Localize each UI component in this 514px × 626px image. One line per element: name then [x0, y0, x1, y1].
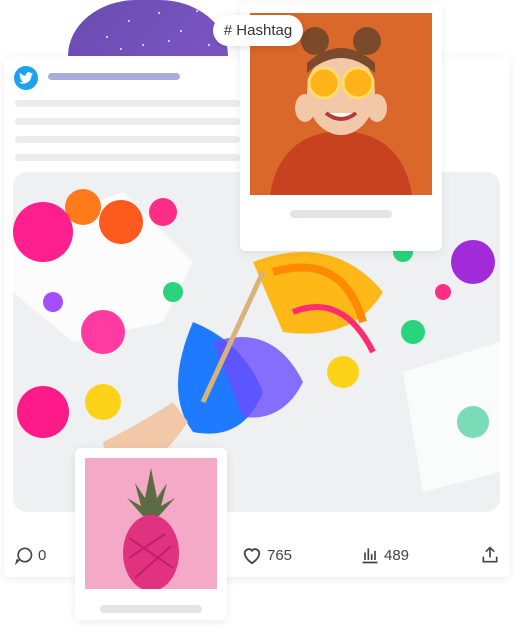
- bar-chart-icon: [362, 548, 378, 564]
- post-text-placeholder-2: [15, 118, 240, 125]
- pineapple-photo: [85, 458, 217, 589]
- girl-caption-placeholder: [290, 210, 392, 218]
- post-author-placeholder: [48, 73, 180, 80]
- post-text-placeholder-4: [15, 154, 240, 161]
- pineapple-photo-card: [75, 448, 227, 620]
- views-action[interactable]: 489: [360, 545, 409, 565]
- pineapple-caption-placeholder: [100, 605, 202, 613]
- like-action[interactable]: 765: [241, 545, 292, 565]
- like-count: 765: [267, 546, 293, 564]
- hashtag-pill[interactable]: # Hashtag: [213, 15, 303, 46]
- decorative-blob: [68, 0, 228, 56]
- views-count: 489: [384, 546, 410, 564]
- twitter-icon: [14, 66, 38, 90]
- comment-action[interactable]: 0: [14, 545, 46, 565]
- share-action[interactable]: [480, 545, 500, 565]
- heart-icon: [243, 548, 261, 565]
- post-text-placeholder-3: [15, 136, 240, 143]
- comment-icon: [15, 547, 33, 565]
- comment-count: 0: [38, 546, 47, 564]
- share-icon: [482, 546, 498, 563]
- post-text-placeholder-1: [15, 100, 240, 107]
